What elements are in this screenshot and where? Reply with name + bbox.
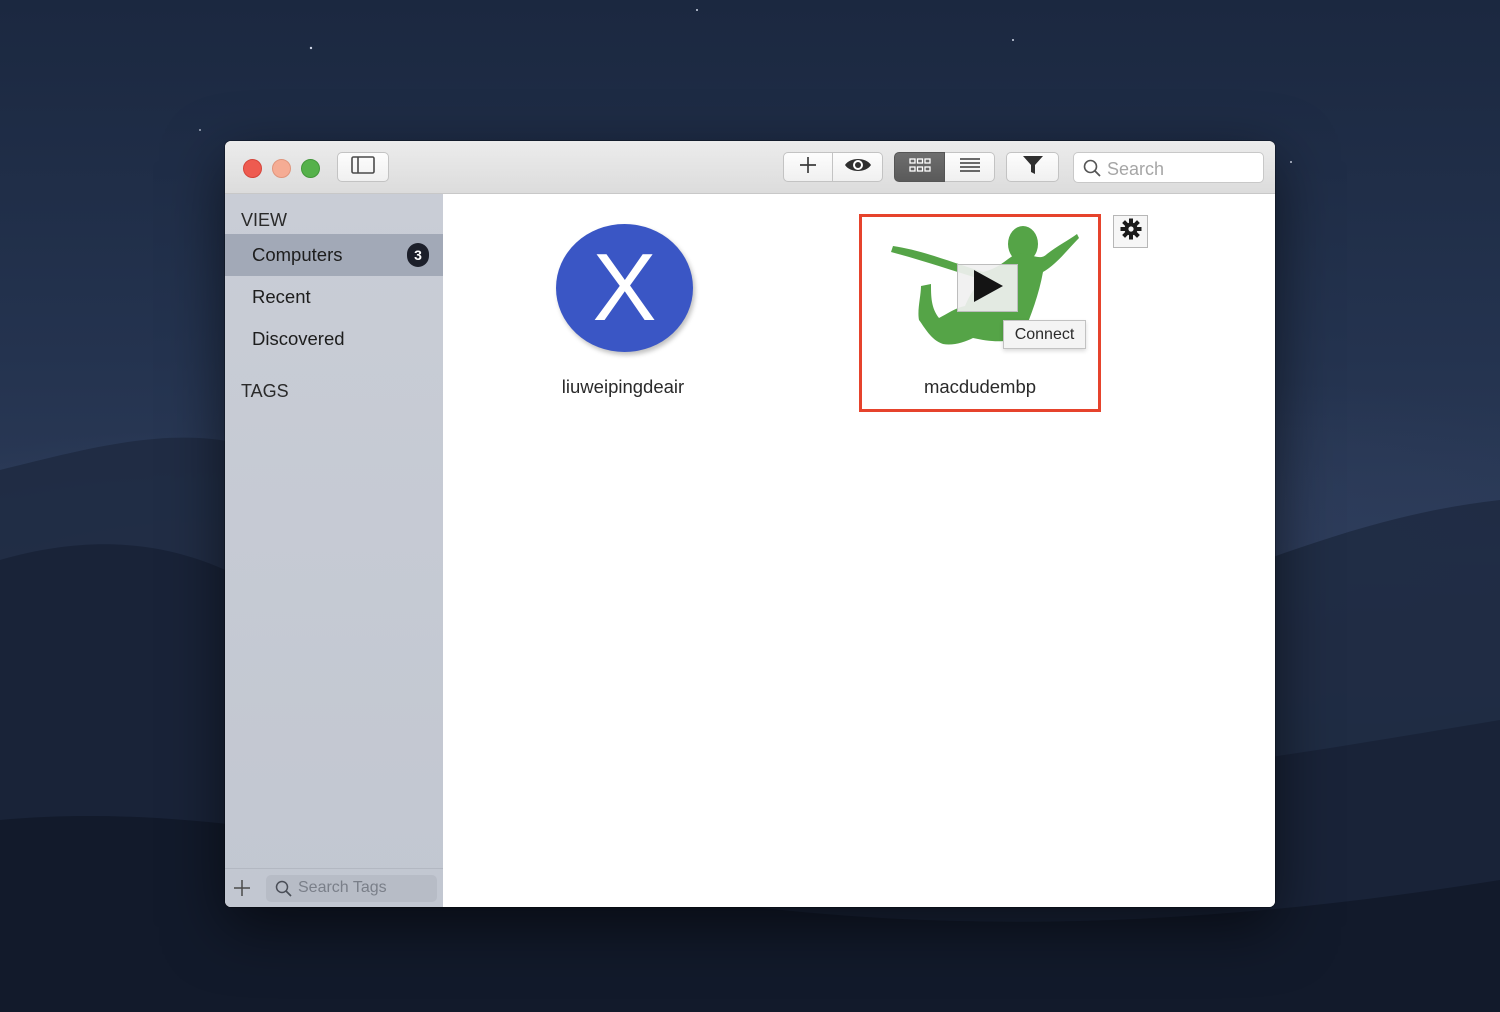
computers-grid: X liuweipingdeair Connect macdudembp [443, 194, 1275, 907]
computer-name: liuweipingdeair [561, 376, 685, 397]
view-section-header: VIEW [241, 210, 288, 230]
zoom-window-button[interactable] [301, 159, 320, 178]
add-computer-button[interactable] [783, 152, 833, 182]
grid-icon [908, 157, 931, 177]
macos-x-glyph: X [592, 234, 657, 341]
search-icon [1083, 159, 1101, 182]
sidebar-item-recent[interactable]: Recent [225, 276, 443, 318]
connect-tooltip: Connect [1003, 320, 1086, 349]
sidebar-toggle-button[interactable] [337, 152, 389, 182]
app-window: Search VIEW Computers 3 Recent Discovere… [225, 141, 1275, 907]
sidebar-item-label: Computers [252, 244, 343, 265]
eye-icon [844, 156, 872, 179]
macos-x-icon: X [556, 224, 693, 352]
tag-search-placeholder: Search Tags [298, 879, 387, 896]
list-icon [959, 157, 981, 178]
play-icon [972, 269, 1004, 308]
sidebar-item-label: Discovered [252, 328, 345, 349]
settings-button[interactable] [1113, 215, 1148, 248]
grid-view-button[interactable] [894, 152, 945, 182]
list-view-button[interactable] [945, 152, 995, 182]
tags-section-header: TAGS [241, 381, 289, 401]
connect-play-button[interactable] [957, 264, 1018, 312]
preview-button[interactable] [833, 152, 883, 182]
minimize-window-button[interactable] [272, 159, 291, 178]
sidebar: VIEW Computers 3 Recent Discovered TAGS … [225, 194, 443, 907]
sidebar-item-computers[interactable]: Computers 3 [225, 234, 443, 276]
sidebar-footer: Search Tags [225, 868, 443, 907]
add-tag-button[interactable] [233, 879, 251, 897]
plus-icon [234, 880, 250, 896]
gear-icon [1120, 218, 1142, 245]
search-icon [275, 880, 292, 902]
search-placeholder: Search [1107, 159, 1165, 179]
count-badge: 3 [407, 243, 429, 267]
filter-button[interactable] [1006, 152, 1059, 182]
funnel-icon [1022, 154, 1044, 181]
title-bar: Search [225, 141, 1275, 194]
sidebar-item-discovered[interactable]: Discovered [225, 318, 443, 360]
search-field[interactable]: Search [1073, 152, 1264, 183]
sidebar-toggle-icon [351, 155, 375, 179]
plus-icon [799, 156, 817, 179]
computer-name: macdudembp [923, 376, 1037, 397]
sidebar-item-label: Recent [252, 286, 311, 307]
tag-search-field[interactable]: Search Tags [266, 875, 437, 902]
close-window-button[interactable] [243, 159, 262, 178]
